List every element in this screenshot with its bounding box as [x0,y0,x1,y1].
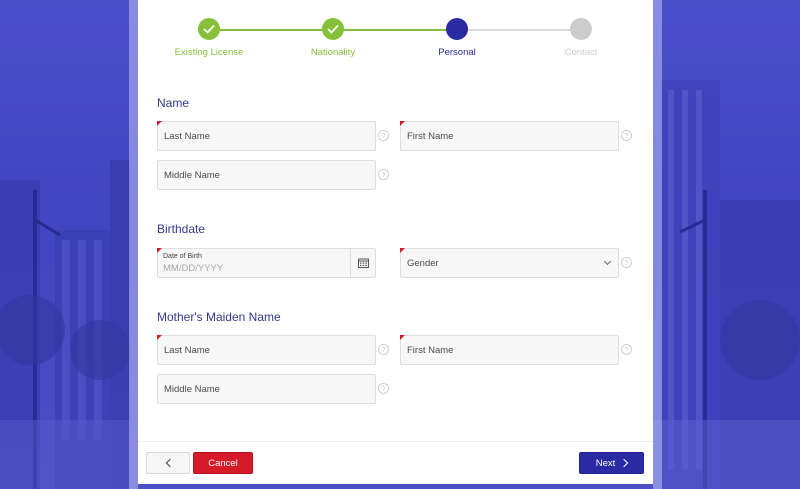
section-title-mothers-maiden-name: Mother's Maiden Name [157,310,281,324]
first-name-input[interactable]: First Name [400,121,619,151]
current-step-dot [446,18,468,40]
next-button[interactable]: Next [579,452,644,474]
form-card: Existing License Nationality Personal Co… [138,0,653,484]
chevron-right-icon [620,458,629,468]
step-existing-license[interactable]: Existing License [159,18,259,58]
footer-divider [138,441,653,442]
section-title-birthdate: Birthdate [157,222,206,236]
field-label: Middle Name [164,169,220,181]
cancel-label: Cancel [208,457,238,469]
check-icon [322,18,344,40]
step-personal: Personal [407,18,507,58]
help-icon[interactable]: ? [621,344,632,355]
card-frame-right [653,0,662,489]
back-button[interactable] [146,452,190,474]
cancel-button[interactable]: Cancel [193,452,253,474]
field-label: First Name [407,344,454,356]
mother-middle-name-input[interactable]: Middle Name [157,374,376,404]
step-contact: Contact [531,18,631,58]
step-label: Personal [438,47,476,58]
step-nationality[interactable]: Nationality [283,18,383,58]
card-frame-left [129,0,138,489]
field-label: Gender [407,257,439,269]
help-icon[interactable]: ? [621,130,632,141]
field-label: Last Name [164,344,210,356]
help-icon[interactable]: ? [378,130,389,141]
help-icon[interactable]: ? [378,383,389,394]
help-icon[interactable]: ? [621,257,632,268]
mother-last-name-input[interactable]: Last Name [157,335,376,365]
step-label: Contact [564,47,598,58]
chevron-down-icon [603,257,612,266]
field-label: Last Name [164,130,210,142]
pending-step-dot [570,18,592,40]
mother-first-name-input[interactable]: First Name [400,335,619,365]
help-icon[interactable]: ? [378,344,389,355]
section-title-name: Name [157,96,190,110]
calendar-icon[interactable] [350,249,375,277]
progress-stepper: Existing License Nationality Personal Co… [138,0,653,70]
step-label: Nationality [310,47,356,58]
dob-label: Date of Birth [163,253,202,260]
dob-placeholder: MM/DD/YYYY [163,263,224,274]
field-label: First Name [407,130,454,142]
gender-select[interactable]: Gender [400,248,619,278]
chevron-left-icon [165,458,174,468]
next-label: Next [595,457,616,469]
date-of-birth-input[interactable]: Date of Birth MM/DD/YYYY [157,248,376,278]
middle-name-input[interactable]: Middle Name [157,160,376,190]
field-label: Middle Name [164,383,220,395]
last-name-input[interactable]: Last Name [157,121,376,151]
step-label: Existing License [174,47,244,58]
check-icon [198,18,220,40]
help-icon[interactable]: ? [378,169,389,180]
